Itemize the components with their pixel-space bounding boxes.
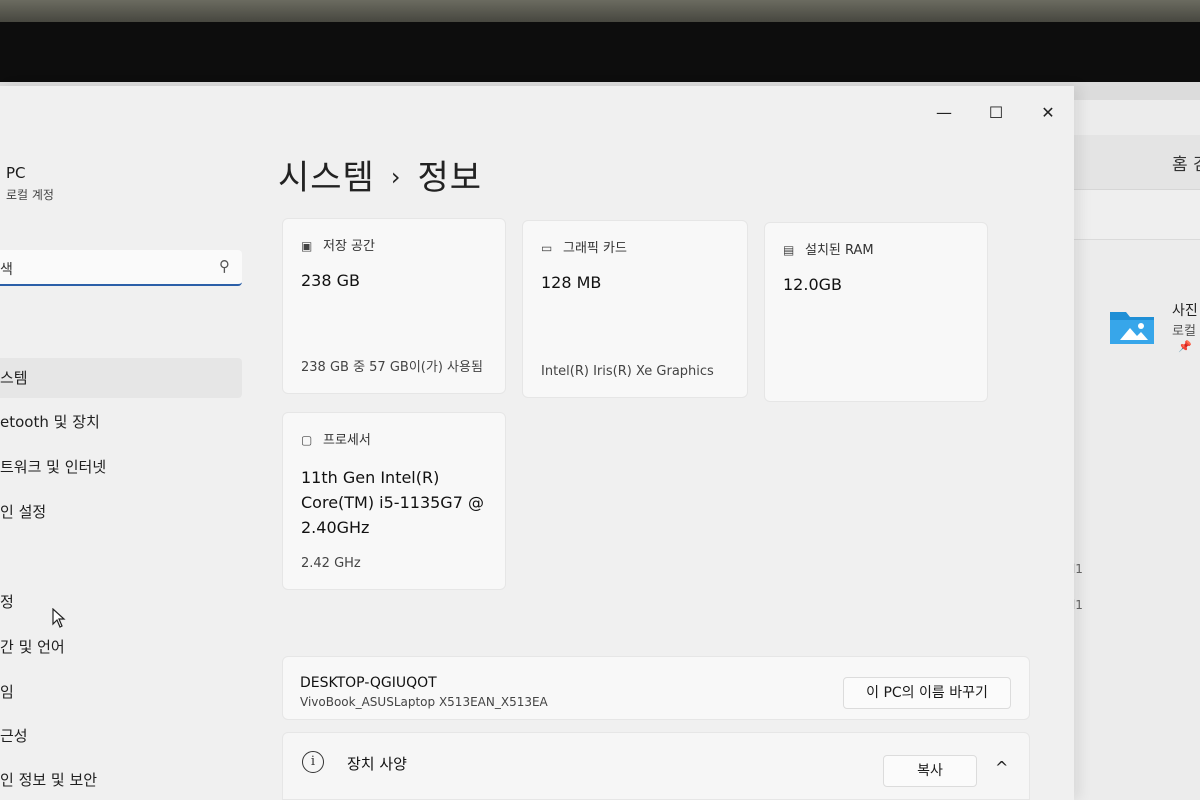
- sidebar-item-system[interactable]: 스템: [0, 358, 242, 398]
- page-breadcrumb: 시스템 › 정보: [278, 150, 482, 199]
- storage-card-header: ▣ 저장 공간: [301, 235, 375, 254]
- storage-value: 238 GB: [301, 271, 360, 290]
- explorer-toolbar: [1074, 190, 1200, 240]
- search-placeholder: 색: [0, 262, 13, 278]
- search-icon[interactable]: ⚲: [219, 257, 230, 275]
- processor-icon: ▢: [301, 433, 313, 447]
- maximize-button[interactable]: ☐: [976, 100, 1016, 124]
- graphics-value: 128 MB: [541, 273, 602, 292]
- device-name-row: DESKTOP-QGIUQOT VivoBook_ASUSLaptop X513…: [282, 656, 1030, 720]
- quick-access-item-sub: 로컬: [1172, 324, 1196, 339]
- info-icon: i: [302, 751, 324, 773]
- profile-name: PC: [6, 164, 26, 182]
- ram-icon: ▤: [783, 243, 795, 257]
- graphics-card[interactable]: ▭ 그래픽 카드 128 MB Intel(R) Iris(R) Xe Graph…: [522, 220, 748, 398]
- graphics-adapter: Intel(R) Iris(R) Xe Graphics: [541, 364, 714, 379]
- storage-card[interactable]: ▣ 저장 공간 238 GB 238 GB 중 57 GB이(가) 사용됨: [282, 218, 506, 394]
- sidebar-item-time-language[interactable]: 간 및 언어: [0, 627, 242, 667]
- graphics-card-header: ▭ 그래픽 카드: [541, 237, 627, 256]
- sidebar-item-accounts[interactable]: 정: [0, 582, 242, 622]
- graphics-title: 그래픽 카드: [563, 241, 627, 256]
- file-explorer-window: 홈 검 사진 로컬 📌 dd1 dd1: [1060, 100, 1200, 800]
- storage-title: 저장 공간: [323, 239, 375, 254]
- ram-value: 12.0GB: [783, 275, 842, 294]
- processor-speed: 2.42 GHz: [301, 556, 361, 571]
- pin-icon: 📌: [1178, 340, 1192, 353]
- ram-title: 설치된 RAM: [805, 243, 874, 258]
- breadcrumb-current: 정보: [417, 158, 483, 198]
- copy-specs-button[interactable]: 복사: [883, 755, 977, 787]
- sidebar-item-privacy-security[interactable]: 인 정보 및 보안: [0, 760, 242, 800]
- close-button[interactable]: ✕: [1028, 100, 1068, 124]
- graphics-card-icon: ▭: [541, 241, 553, 255]
- breadcrumb-parent[interactable]: 시스템: [278, 158, 375, 198]
- device-specifications-title: 장치 사양: [347, 755, 407, 773]
- quick-access-item-name[interactable]: 사진: [1172, 300, 1198, 320]
- processor-title: 프로세서: [323, 433, 371, 448]
- mouse-cursor-icon: [52, 608, 66, 628]
- processor-card[interactable]: ▢ 프로세서 11th Gen Intel(R) Core(TM) i5-1135…: [282, 412, 506, 590]
- device-specifications-header[interactable]: i 장치 사양 복사 ^: [282, 732, 1030, 800]
- processor-card-header: ▢ 프로세서: [301, 429, 371, 448]
- processor-value: 11th Gen Intel(R) Core(TM) i5-1135G7 @ 2…: [301, 468, 484, 537]
- rename-pc-button[interactable]: 이 PC의 이름 바꾸기: [843, 677, 1011, 709]
- ram-card-header: ▤ 설치된 RAM: [783, 239, 874, 258]
- profile-account-type: 로컬 계정: [6, 188, 54, 202]
- device-model: VivoBook_ASUSLaptop X513EAN_X513EA: [300, 695, 548, 709]
- device-name: DESKTOP-QGIUQOT: [300, 675, 437, 691]
- sidebar-item-bluetooth[interactable]: etooth 및 장치: [0, 402, 242, 442]
- chevron-up-icon[interactable]: ^: [995, 758, 1008, 777]
- sidebar-item-gaming[interactable]: 임: [0, 672, 242, 712]
- settings-search-input[interactable]: 색 ⚲: [0, 250, 242, 286]
- storage-usage: 238 GB 중 57 GB이(가) 사용됨: [301, 360, 483, 375]
- settings-window: — ☐ ✕ PC 로컬 계정 색 ⚲ 스템 etooth 및 장치 트워크 및 …: [0, 86, 1074, 800]
- explorer-home-label[interactable]: 홈 검: [1172, 150, 1200, 175]
- pictures-folder-icon[interactable]: [1108, 308, 1156, 346]
- storage-icon: ▣: [301, 239, 313, 253]
- sidebar-item-network[interactable]: 트워크 및 인터넷: [0, 447, 242, 487]
- sidebar-item-personalization[interactable]: 인 설정: [0, 492, 242, 532]
- sidebar-item-accessibility[interactable]: 근성: [0, 716, 242, 756]
- breadcrumb-separator: ›: [390, 163, 402, 191]
- ram-card[interactable]: ▤ 설치된 RAM 12.0GB: [764, 222, 988, 402]
- minimize-button[interactable]: —: [924, 100, 964, 124]
